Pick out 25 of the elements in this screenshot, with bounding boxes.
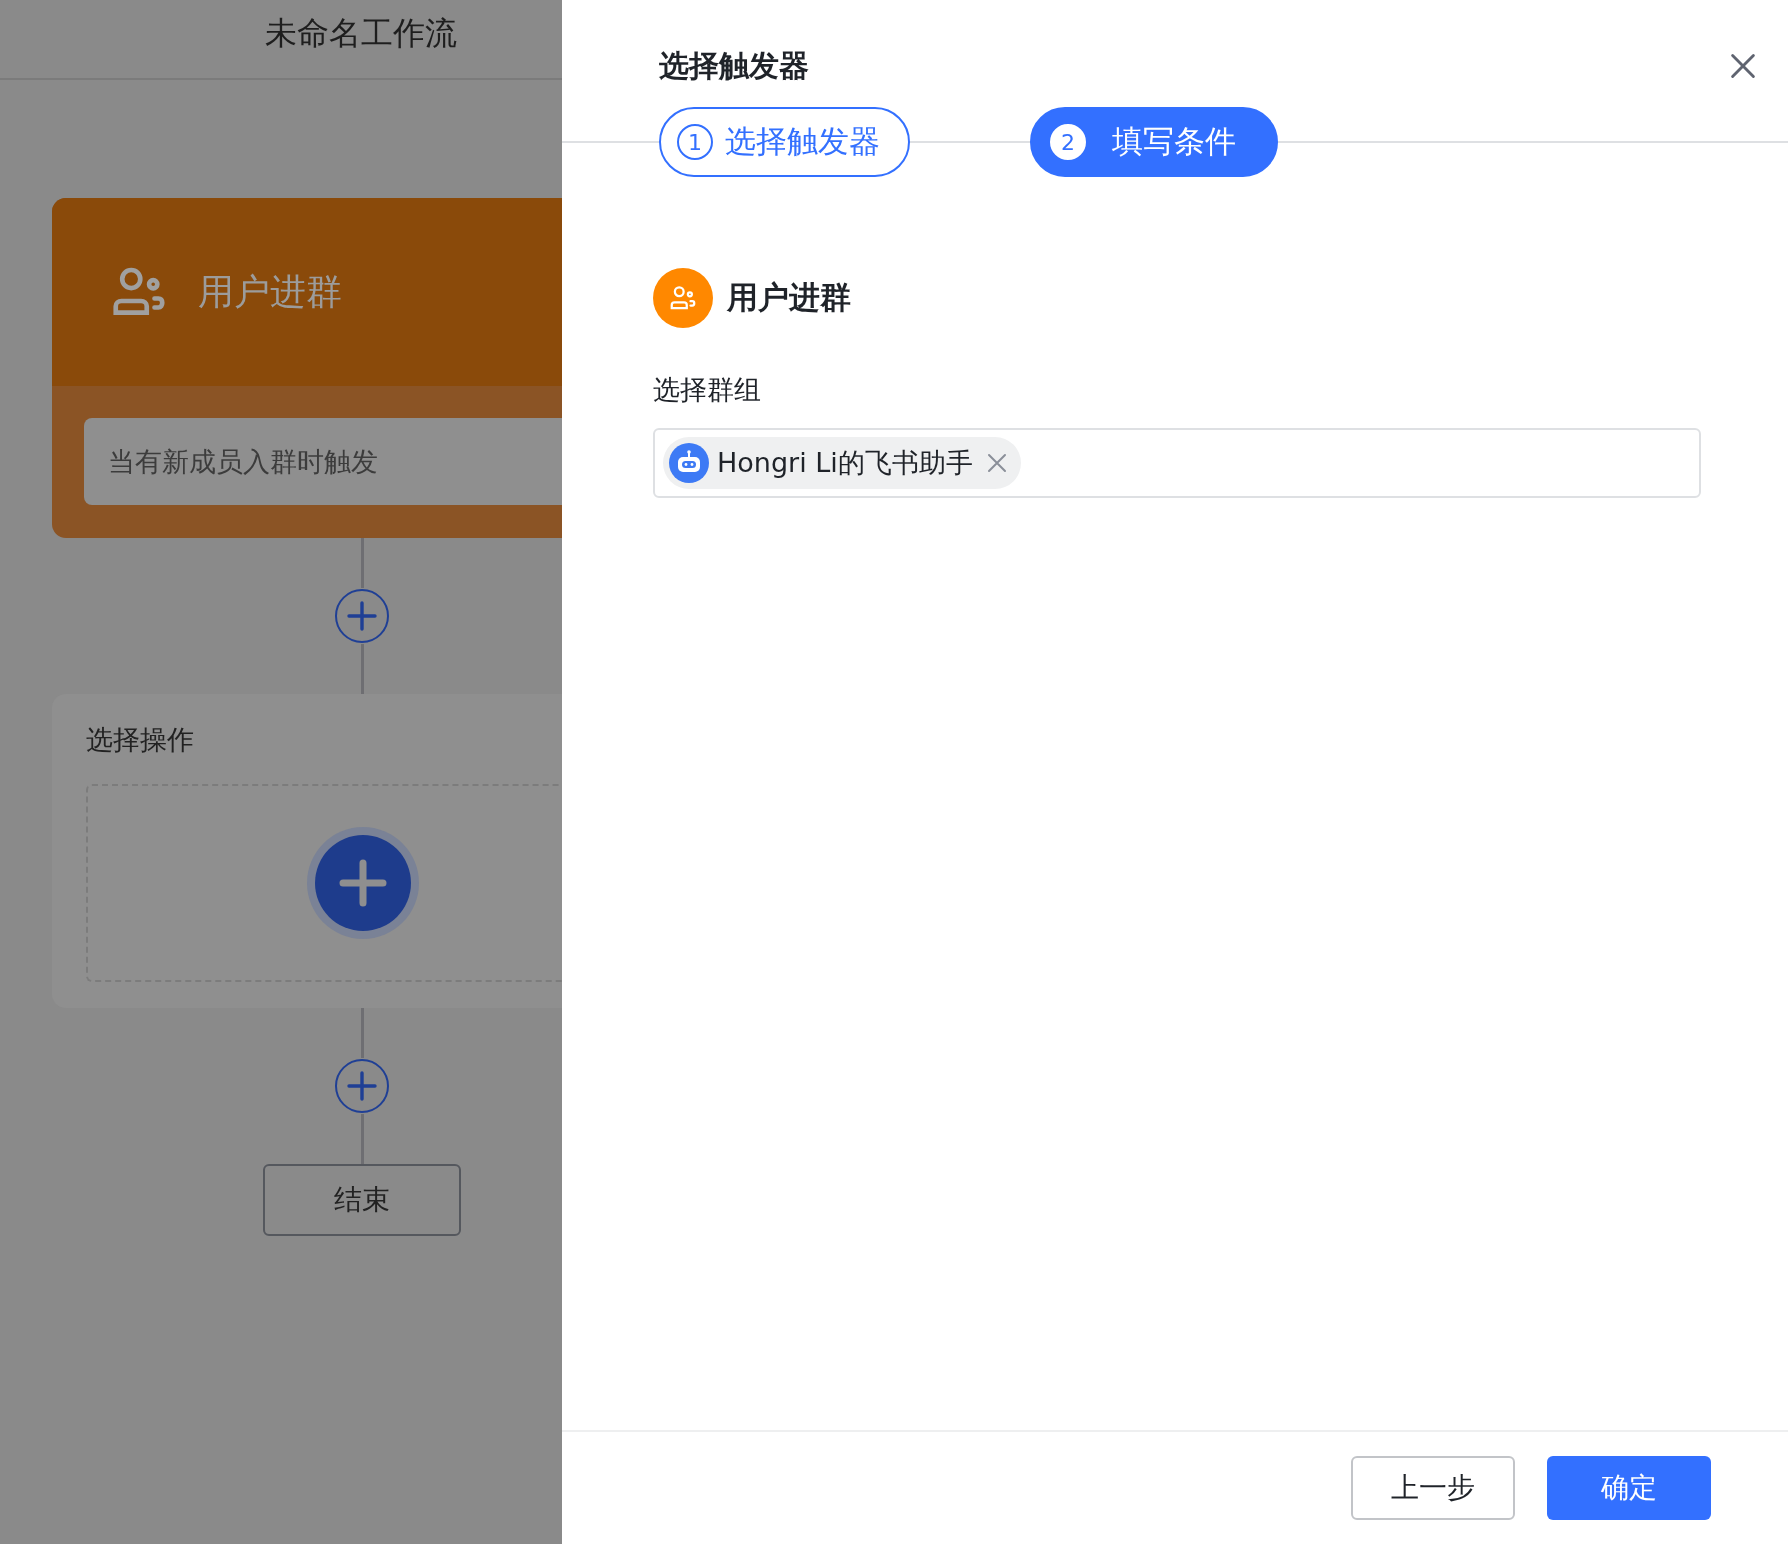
step-label: 填写条件 xyxy=(1112,122,1236,161)
step-number: 2 xyxy=(1050,124,1086,160)
add-step-icon[interactable] xyxy=(334,588,390,644)
robot-icon xyxy=(669,443,709,483)
confirm-button[interactable]: 确定 xyxy=(1547,1456,1711,1520)
step-tab[interactable]: 2 填写条件 xyxy=(1030,107,1278,177)
field-label: 选择群组 xyxy=(653,373,762,407)
node-title: 用户进群 xyxy=(198,269,342,314)
group-select-field[interactable]: Hongri Li的飞书助手 xyxy=(653,428,1701,498)
node-description: 当有新成员入群时触发 xyxy=(84,418,562,505)
step-label: 选择触发器 xyxy=(725,122,880,161)
tag-label: Hongri Li的飞书助手 xyxy=(717,446,973,480)
end-node: 结束 xyxy=(263,1164,461,1236)
section-title: 用户进群 xyxy=(727,278,851,317)
drawer-title: 选择触发器 xyxy=(659,46,809,85)
plus-icon xyxy=(338,858,388,908)
step-number: 1 xyxy=(677,124,713,160)
step-tab[interactable]: 1 选择触发器 xyxy=(659,107,910,177)
close-icon xyxy=(1730,53,1756,79)
close-icon xyxy=(986,453,1007,473)
trigger-node[interactable]: 用户进群 当有新成员入群时触发 xyxy=(52,198,562,538)
node-title: 选择操作 xyxy=(86,723,195,757)
workflow-title: 未命名工作流 xyxy=(265,13,457,54)
back-button[interactable]: 上一步 xyxy=(1351,1456,1515,1520)
add-step-icon[interactable] xyxy=(334,1058,390,1114)
